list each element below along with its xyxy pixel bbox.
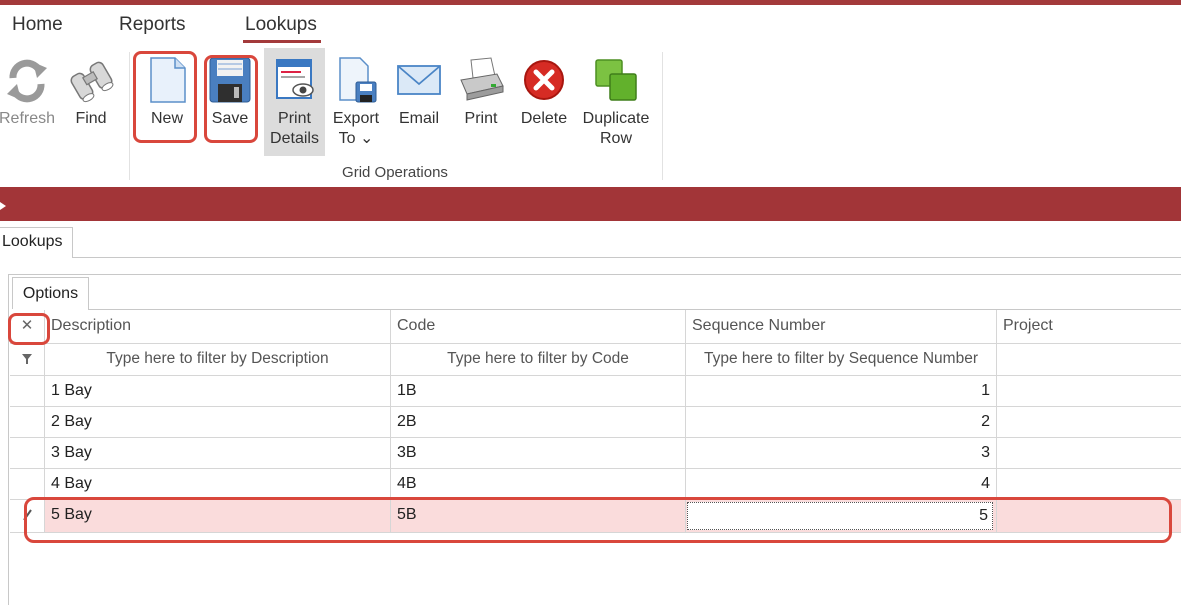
cell-code[interactable]: 3B	[391, 438, 686, 468]
refresh-icon	[7, 59, 47, 103]
document-tab-lookups[interactable]: Lookups	[0, 227, 73, 257]
column-header-code[interactable]: Code	[391, 310, 686, 343]
cell-project[interactable]	[997, 407, 1181, 437]
tab-options[interactable]: Options	[12, 277, 89, 309]
save-button[interactable]: Save	[204, 48, 256, 158]
table-row[interactable]: 2 Bay 2B 2	[10, 407, 1181, 438]
delete-label: Delete	[520, 110, 568, 127]
new-document-icon	[150, 57, 186, 103]
cell-description[interactable]: 1 Bay	[45, 376, 391, 406]
window-top-accent	[0, 0, 1181, 5]
cell-project[interactable]	[997, 469, 1181, 499]
cell-sequence-number[interactable]: 4	[686, 469, 997, 499]
ribbon-separator	[662, 52, 663, 180]
cell-code[interactable]: 4B	[391, 469, 686, 499]
cell-project[interactable]	[997, 438, 1181, 468]
cell-code[interactable]: 5B	[391, 500, 686, 532]
cell-description[interactable]: 4 Bay	[45, 469, 391, 499]
filter-input-code[interactable]: Type here to filter by Code	[391, 344, 686, 375]
print-preview-icon	[275, 59, 314, 99]
delete-icon	[524, 60, 564, 100]
column-header-sequence-number[interactable]: Sequence Number	[686, 310, 997, 343]
column-header-description[interactable]: Description	[45, 310, 391, 343]
cell-project[interactable]	[997, 500, 1181, 532]
module-header-band	[0, 187, 1181, 221]
email-button[interactable]: Email	[392, 48, 446, 158]
find-button[interactable]: Find	[62, 48, 120, 158]
filter-row: Type here to filter by Description Type …	[10, 344, 1181, 376]
new-label: New	[150, 110, 183, 127]
save-label: Save	[211, 110, 249, 127]
print-details-button[interactable]: Print Details	[264, 48, 325, 156]
tab-reports[interactable]: Reports	[119, 14, 186, 36]
tab-home[interactable]: Home	[12, 14, 63, 36]
group-label-grid-operations: Grid Operations	[342, 164, 448, 181]
edit-pencil-icon	[10, 500, 45, 532]
duplicate-row-label: Duplicate Row	[582, 110, 650, 147]
export-to-button[interactable]: Export To ⌄	[327, 48, 385, 158]
duplicate-row-button[interactable]: Duplicate Row	[580, 48, 652, 158]
cell-description[interactable]: 5 Bay	[45, 500, 391, 532]
cell-description[interactable]: 2 Bay	[45, 407, 391, 437]
email-label: Email	[398, 110, 439, 127]
refresh-label: Refresh	[0, 110, 56, 127]
new-row[interactable]: 5 Bay 5B 5	[10, 500, 1181, 533]
table-row[interactable]: 1 Bay 1B 1	[10, 376, 1181, 407]
filter-input-project[interactable]	[997, 344, 1181, 375]
ribbon-separator	[129, 52, 130, 180]
printer-icon	[460, 57, 504, 101]
row-indicator[interactable]	[10, 376, 45, 406]
collapse-arrow-icon[interactable]	[0, 202, 6, 210]
print-label: Print	[464, 110, 498, 127]
cell-code[interactable]: 1B	[391, 376, 686, 406]
filter-input-sequence-number[interactable]: Type here to filter by Sequence Number	[686, 344, 997, 375]
duplicate-icon	[595, 59, 637, 101]
clear-filter-icon[interactable]: ✕	[10, 310, 45, 343]
cell-sequence-number[interactable]: 3	[686, 438, 997, 468]
floppy-disk-icon	[209, 57, 251, 103]
document-tab-strip	[72, 257, 1181, 258]
new-button[interactable]: New	[139, 48, 195, 158]
row-indicator[interactable]	[10, 438, 45, 468]
grid-header-row: ✕ Description Code Sequence Number Proje…	[10, 310, 1181, 344]
cell-sequence-number[interactable]: 2	[686, 407, 997, 437]
column-header-project[interactable]: Project	[997, 310, 1181, 343]
row-indicator[interactable]	[10, 469, 45, 499]
cell-sequence-number[interactable]: 1	[686, 376, 997, 406]
tab-lookups[interactable]: Lookups	[243, 14, 321, 43]
cell-project[interactable]	[997, 376, 1181, 406]
filter-input-description[interactable]: Type here to filter by Description	[45, 344, 391, 375]
delete-button[interactable]: Delete	[516, 48, 572, 158]
export-icon	[339, 57, 377, 103]
filter-funnel-icon	[10, 344, 45, 375]
envelope-icon	[397, 65, 441, 95]
ribbon: Refresh Find New Save Print Details Expo…	[0, 48, 1181, 186]
binoculars-icon	[70, 61, 114, 103]
export-to-label: Export To ⌄	[332, 110, 380, 147]
cell-code[interactable]: 2B	[391, 407, 686, 437]
print-button[interactable]: Print	[454, 48, 508, 158]
table-row[interactable]: 3 Bay 3B 3	[10, 438, 1181, 469]
refresh-button[interactable]: Refresh	[0, 48, 58, 158]
find-label: Find	[75, 110, 107, 127]
sequence-number-editor[interactable]: 5	[687, 502, 993, 530]
table-row[interactable]: 4 Bay 4B 4	[10, 469, 1181, 500]
print-details-label: Print Details	[270, 110, 319, 147]
cell-description[interactable]: 3 Bay	[45, 438, 391, 468]
row-indicator[interactable]	[10, 407, 45, 437]
